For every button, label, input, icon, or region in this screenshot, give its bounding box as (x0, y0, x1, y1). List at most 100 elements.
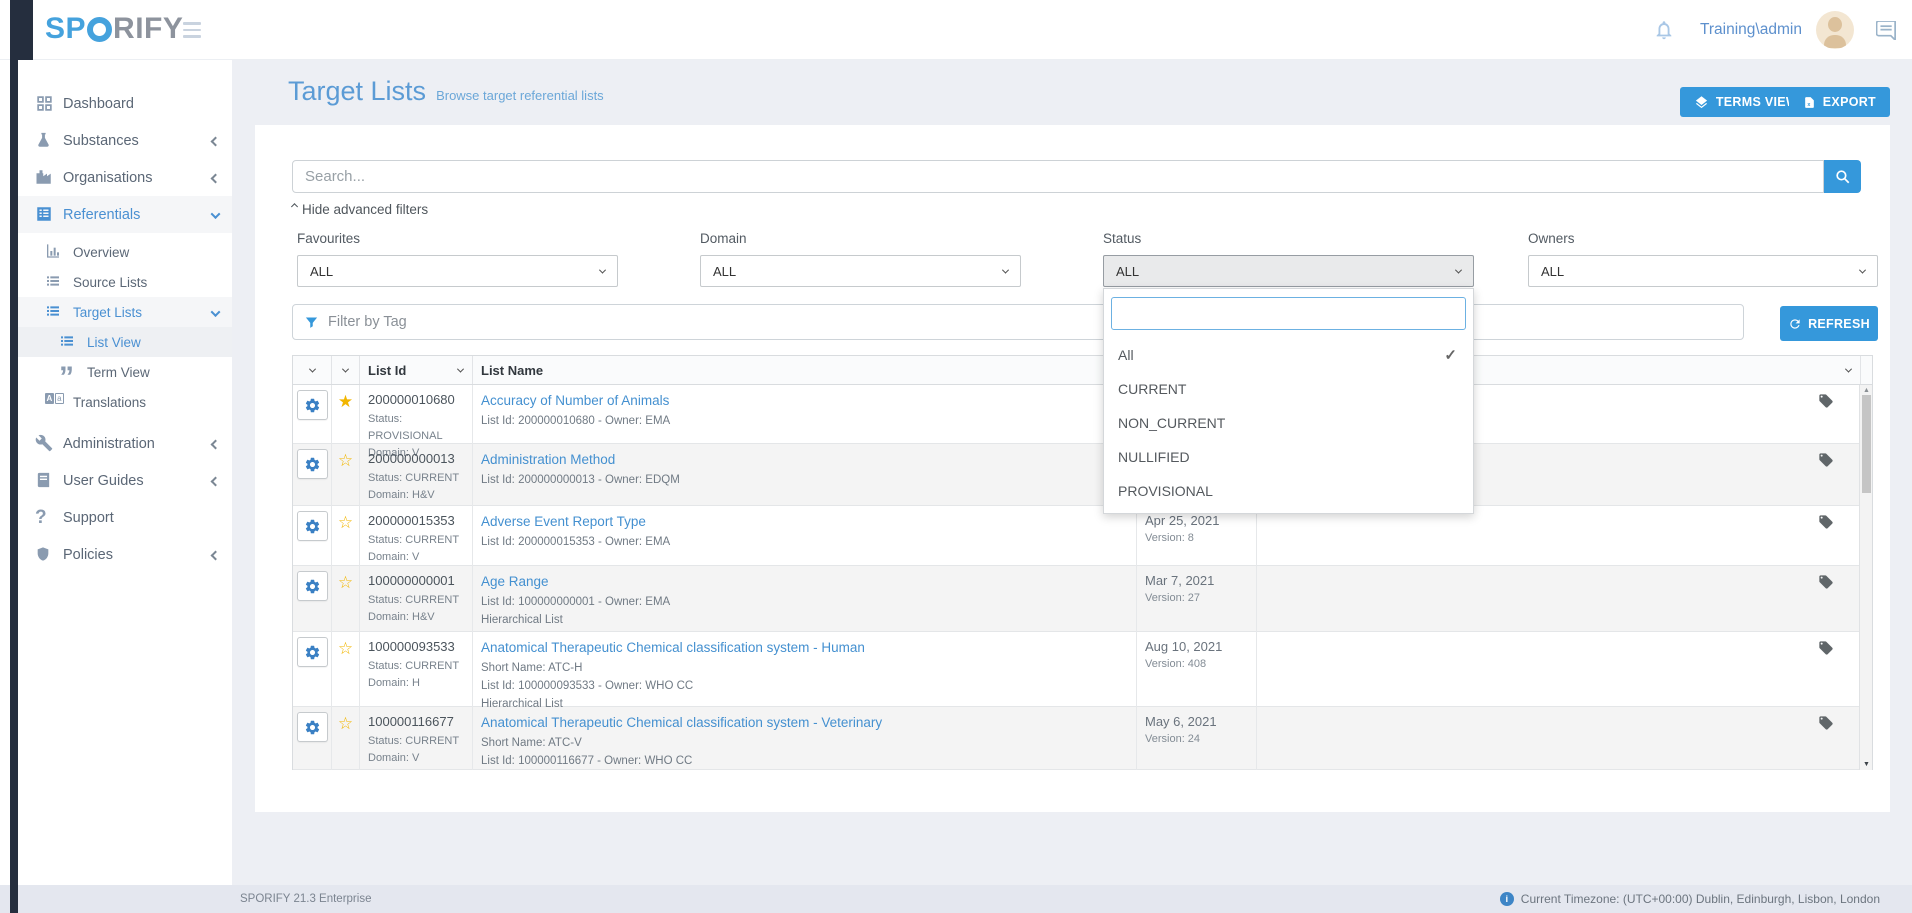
search-button[interactable] (1824, 160, 1861, 193)
row-settings-button[interactable] (297, 511, 328, 541)
timezone-info: i Current Timezone: (UTC+00:00) Dublin, … (1500, 892, 1880, 906)
page-subtitle: Browse target referential lists (436, 88, 604, 103)
feedback-chat-icon[interactable] (1876, 21, 1897, 40)
version-line: Version: 27 (1145, 592, 1248, 604)
shield-icon (35, 545, 54, 564)
export-button[interactable]: x EXPORT (1789, 87, 1890, 117)
sidebar-item-term-view[interactable]: ” Term View (18, 357, 232, 387)
info-icon: i (1500, 892, 1514, 906)
avatar[interactable] (1816, 11, 1854, 49)
sidebar-item-translations[interactable]: Aa Translations (18, 387, 232, 417)
date: Aug 10, 2021 (1145, 639, 1248, 654)
sidebar-item-user-guides[interactable]: User Guides (18, 462, 232, 499)
scroll-up-icon[interactable]: ▲ (1860, 387, 1873, 394)
column-list-id[interactable]: List Id (360, 356, 473, 384)
favourite-star-icon[interactable]: ☆ (338, 514, 353, 566)
favourites-select[interactable]: ALL (297, 255, 618, 287)
chevron-down-icon (212, 207, 219, 223)
domain-line: Domain: V (368, 750, 464, 767)
sidebar-item-referentials[interactable]: Referentials (18, 196, 232, 233)
owners-label: Owners (1528, 231, 1878, 246)
sidebar-item-overview[interactable]: Overview (18, 237, 232, 267)
app-logo: SPRIFY (45, 12, 183, 46)
row-settings-button[interactable] (297, 449, 328, 479)
favourite-star-icon[interactable]: ☆ (338, 640, 353, 713)
status-option-nullified[interactable]: NULLIFIED (1104, 440, 1473, 474)
translate-icon: Aa (45, 393, 64, 412)
sidebar-label: Policies (63, 547, 113, 563)
column-menu-icon[interactable] (457, 365, 464, 372)
flask-icon (35, 131, 54, 150)
sidebar-item-dashboard[interactable]: Dashboard (18, 85, 232, 122)
footer: SPORIFY 21.3 Enterprise i Current Timezo… (0, 885, 1912, 913)
status-option-current[interactable]: CURRENT (1104, 372, 1473, 406)
status-option-non-current[interactable]: NON_CURRENT (1104, 406, 1473, 440)
dashboard-icon (35, 94, 54, 113)
logo-text-rify: RIFY (113, 12, 183, 46)
sidebar-item-list-view[interactable]: List View (18, 327, 232, 357)
sidebar-item-target-lists[interactable]: Target Lists (18, 297, 232, 327)
gear-icon (304, 578, 321, 595)
tag-icon[interactable] (1818, 514, 1834, 530)
funnel-icon (304, 315, 319, 330)
tag-icon[interactable] (1818, 640, 1834, 656)
sidebar-item-substances[interactable]: Substances (18, 122, 232, 159)
status-option-all[interactable]: All ✓ (1104, 338, 1473, 372)
tag-filter-input[interactable] (328, 314, 1732, 330)
list-id: 100000116677 (368, 714, 464, 729)
row-settings-button[interactable] (297, 637, 328, 667)
tag-icon[interactable] (1818, 393, 1834, 409)
sidebar-item-support[interactable]: ? Support (18, 499, 232, 536)
sidebar-item-administration[interactable]: Administration (18, 425, 232, 462)
gear-icon (304, 397, 321, 414)
list-name-link[interactable]: Accuracy of Number of Animals (481, 393, 669, 408)
menu-toggle-icon[interactable] (183, 22, 201, 42)
owners-select[interactable]: ALL (1528, 255, 1878, 287)
sidebar-item-policies[interactable]: Policies (18, 536, 232, 573)
info-line: List Id: 100000000001 - Owner: EMA (481, 593, 1128, 611)
row-settings-button[interactable] (297, 571, 328, 601)
scroll-down-icon[interactable]: ▼ (1860, 761, 1873, 768)
chevron-down-icon (1455, 266, 1462, 273)
status-option-provisional[interactable]: PROVISIONAL (1104, 474, 1473, 508)
user-menu[interactable]: Training\admin (1700, 21, 1802, 39)
list-name-link[interactable]: Anatomical Therapeutic Chemical classifi… (481, 715, 882, 730)
sidebar-label: Translations (73, 395, 146, 410)
column-menu-icon[interactable] (308, 365, 315, 372)
tag-icon[interactable] (1818, 715, 1834, 731)
date: Apr 25, 2021 (1145, 513, 1248, 528)
refresh-button[interactable]: REFRESH (1780, 306, 1878, 341)
tag-icon[interactable] (1818, 574, 1834, 590)
list-name-link[interactable]: Age Range (481, 574, 549, 589)
sidebar-item-source-lists[interactable]: Source Lists (18, 267, 232, 297)
tag-icon[interactable] (1818, 452, 1834, 468)
column-menu-icon[interactable] (1845, 365, 1852, 372)
info-line: List Id: 100000116677 - Owner: WHO CC (481, 752, 1128, 770)
scrollbar-thumb[interactable] (1862, 395, 1871, 493)
notifications-bell-icon[interactable] (1653, 19, 1675, 41)
status-dropdown-search-input[interactable] (1111, 297, 1466, 330)
status-select[interactable]: ALL (1103, 255, 1474, 287)
table-row: ☆ 100000093533Status: CURRENTDomain: H A… (293, 632, 1872, 707)
hide-advanced-filters-toggle[interactable]: Hide advanced filters (292, 202, 428, 217)
favourite-star-icon[interactable]: ☆ (338, 715, 353, 770)
column-list-name[interactable]: List Name (473, 356, 1137, 384)
list-name-link[interactable]: Anatomical Therapeutic Chemical classifi… (481, 640, 865, 655)
target-lists-table: List Id List Name ★ 200000010680Status: … (292, 355, 1873, 770)
list-name-link[interactable]: Administration Method (481, 452, 615, 467)
list-name-link[interactable]: Adverse Event Report Type (481, 514, 646, 529)
column-menu-icon[interactable] (342, 365, 349, 372)
favourite-star-icon[interactable]: ☆ (338, 452, 353, 504)
row-settings-button[interactable] (297, 712, 328, 742)
sidebar-item-organisations[interactable]: Organisations (18, 159, 232, 196)
table-header-row: List Id List Name (292, 355, 1873, 385)
vertical-scrollbar[interactable]: ▲ ▼ (1859, 385, 1872, 770)
row-settings-button[interactable] (297, 390, 328, 420)
search-input[interactable] (292, 160, 1824, 193)
bar-chart-icon (45, 243, 64, 262)
gear-icon (304, 719, 321, 736)
domain-select[interactable]: ALL (700, 255, 1021, 287)
favourite-star-icon[interactable]: ☆ (338, 574, 353, 629)
gear-icon (304, 518, 321, 535)
domain-filter: Domain ALL (700, 231, 1021, 287)
